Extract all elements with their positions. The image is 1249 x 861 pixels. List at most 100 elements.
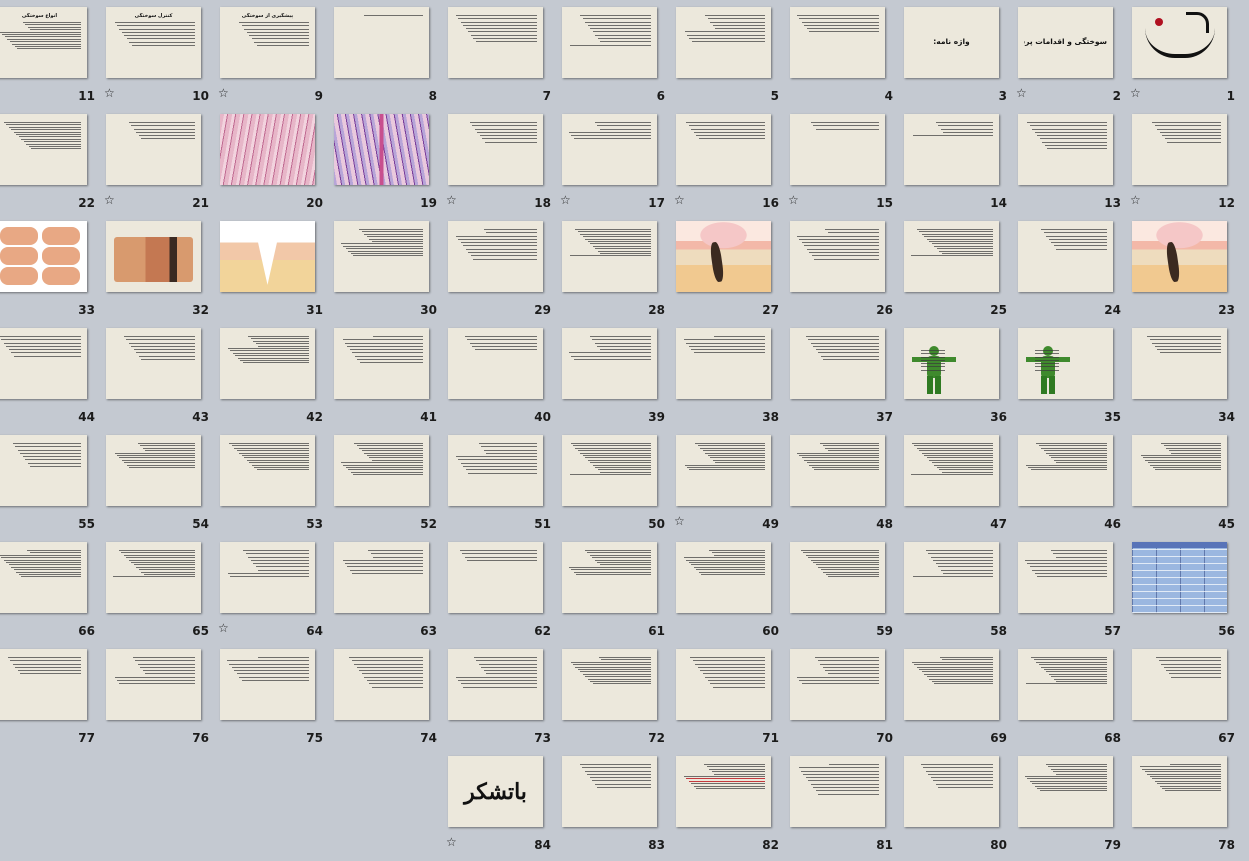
slide-cell[interactable]: 14 bbox=[902, 112, 1016, 219]
slide-thumbnail[interactable] bbox=[106, 114, 201, 185]
slide-cell[interactable]: 17 ☆ bbox=[560, 112, 674, 219]
slide-cell[interactable]: 8 bbox=[332, 5, 446, 112]
slide-cell[interactable]: 31 bbox=[218, 219, 332, 326]
slide-thumbnail[interactable] bbox=[562, 435, 657, 506]
slide-cell[interactable]: 68 bbox=[1016, 647, 1130, 754]
slide-thumbnail[interactable] bbox=[448, 221, 543, 292]
slide-cell[interactable]: 50 bbox=[560, 433, 674, 540]
slide-cell[interactable]: 71 bbox=[674, 647, 788, 754]
slide-cell[interactable]: 25 bbox=[902, 219, 1016, 326]
slide-cell[interactable]: 26 bbox=[788, 219, 902, 326]
slide-thumbnail[interactable] bbox=[448, 114, 543, 185]
slide-cell[interactable]: 21 ☆ bbox=[104, 112, 218, 219]
slide-cell[interactable]: 42 bbox=[218, 326, 332, 433]
slide-thumbnail[interactable] bbox=[220, 221, 315, 292]
slide-cell[interactable]: 56 bbox=[1130, 540, 1244, 647]
slide-thumbnail[interactable] bbox=[1018, 756, 1113, 827]
slide-thumbnail[interactable] bbox=[676, 649, 771, 720]
slide-cell[interactable]: 62 bbox=[446, 540, 560, 647]
slide-thumbnail[interactable] bbox=[448, 435, 543, 506]
slide-thumbnail[interactable] bbox=[904, 328, 999, 399]
slide-thumbnail[interactable] bbox=[220, 114, 315, 185]
slide-cell[interactable]: 18 ☆ bbox=[446, 112, 560, 219]
slide-thumbnail[interactable] bbox=[0, 435, 87, 506]
slide-cell[interactable]: 32 bbox=[104, 219, 218, 326]
slide-thumbnail[interactable] bbox=[106, 542, 201, 613]
slide-cell[interactable]: 39 bbox=[560, 326, 674, 433]
slide-thumbnail[interactable] bbox=[562, 756, 657, 827]
slide-thumbnail[interactable] bbox=[0, 221, 87, 292]
slide-thumbnail[interactable] bbox=[1132, 328, 1227, 399]
slide-thumbnail[interactable] bbox=[562, 328, 657, 399]
slide-thumbnail[interactable] bbox=[106, 328, 201, 399]
slide-cell[interactable]: 33 bbox=[0, 219, 104, 326]
slide-cell[interactable]: 83 bbox=[560, 754, 674, 861]
slide-thumbnail[interactable] bbox=[1132, 756, 1227, 827]
slide-cell[interactable]: 73 bbox=[446, 647, 560, 754]
slide-cell[interactable]: 60 bbox=[674, 540, 788, 647]
slide-cell[interactable]: 54 bbox=[104, 433, 218, 540]
slide-cell[interactable]: 23 bbox=[1130, 219, 1244, 326]
slide-cell[interactable]: 58 bbox=[902, 540, 1016, 647]
slide-thumbnail[interactable] bbox=[220, 542, 315, 613]
slide-thumbnail[interactable] bbox=[676, 7, 771, 78]
slide-thumbnail[interactable] bbox=[106, 649, 201, 720]
slide-thumbnail[interactable] bbox=[790, 114, 885, 185]
slide-cell[interactable]: 81 bbox=[788, 754, 902, 861]
slide-cell[interactable]: 29 bbox=[446, 219, 560, 326]
slide-cell[interactable]: 15 ☆ bbox=[788, 112, 902, 219]
slide-cell[interactable]: 1 ☆ bbox=[1130, 5, 1244, 112]
slide-cell[interactable]: 72 bbox=[560, 647, 674, 754]
slide-cell[interactable]: 80 bbox=[902, 754, 1016, 861]
slide-cell[interactable]: 43 bbox=[104, 326, 218, 433]
slide-cell[interactable]: 48 bbox=[788, 433, 902, 540]
slide-thumbnail[interactable] bbox=[334, 649, 429, 720]
slide-cell[interactable]: 55 bbox=[0, 433, 104, 540]
slide-cell[interactable]: 37 bbox=[788, 326, 902, 433]
slide-cell[interactable]: 19 bbox=[332, 112, 446, 219]
slide-cell[interactable]: 77 bbox=[0, 647, 104, 754]
slide-cell[interactable]: 46 bbox=[1016, 433, 1130, 540]
slide-cell[interactable]: 35 bbox=[1016, 326, 1130, 433]
slide-cell[interactable]: 5 bbox=[674, 5, 788, 112]
slide-cell[interactable]: 34 bbox=[1130, 326, 1244, 433]
slide-cell[interactable]: 20 bbox=[218, 112, 332, 219]
slide-cell[interactable]: انواع سوختگی 11 ☆ bbox=[0, 5, 104, 112]
slide-cell[interactable]: 52 bbox=[332, 433, 446, 540]
slide-thumbnail[interactable] bbox=[1132, 649, 1227, 720]
slide-thumbnail[interactable] bbox=[1018, 114, 1113, 185]
slide-cell[interactable]: 40 bbox=[446, 326, 560, 433]
slide-cell[interactable]: باتشکر 84 ☆ bbox=[446, 754, 560, 861]
slide-thumbnail[interactable] bbox=[790, 328, 885, 399]
slide-cell[interactable]: 82 bbox=[674, 754, 788, 861]
slide-cell[interactable]: 45 bbox=[1130, 433, 1244, 540]
slide-thumbnail[interactable] bbox=[676, 542, 771, 613]
slide-thumbnail[interactable] bbox=[904, 221, 999, 292]
slide-thumbnail[interactable] bbox=[1018, 221, 1113, 292]
slide-thumbnail[interactable] bbox=[676, 114, 771, 185]
slide-cell[interactable]: 65 bbox=[104, 540, 218, 647]
slide-thumbnail[interactable] bbox=[904, 542, 999, 613]
slide-cell[interactable]: 66 bbox=[0, 540, 104, 647]
slide-thumbnail[interactable] bbox=[1132, 435, 1227, 506]
slide-thumbnail[interactable] bbox=[562, 114, 657, 185]
slide-thumbnail[interactable] bbox=[676, 221, 771, 292]
slide-cell[interactable]: 57 bbox=[1016, 540, 1130, 647]
slide-cell[interactable]: 47 bbox=[902, 433, 1016, 540]
slide-cell[interactable]: 41 bbox=[332, 326, 446, 433]
slide-cell[interactable]: 13 bbox=[1016, 112, 1130, 219]
slide-thumbnail[interactable] bbox=[448, 649, 543, 720]
slide-cell[interactable]: 49 ☆ bbox=[674, 433, 788, 540]
slide-cell[interactable]: 38 bbox=[674, 326, 788, 433]
slide-cell[interactable]: کنترل سوختگی 10 ☆ bbox=[104, 5, 218, 112]
slide-thumbnail[interactable] bbox=[334, 114, 429, 185]
slide-thumbnail[interactable] bbox=[1132, 7, 1227, 78]
slide-cell[interactable]: 70 bbox=[788, 647, 902, 754]
slide-cell[interactable]: 74 bbox=[332, 647, 446, 754]
slide-thumbnail[interactable]: پیشگیری از سوختگی bbox=[220, 7, 315, 78]
slide-cell[interactable]: 27 bbox=[674, 219, 788, 326]
slide-thumbnail[interactable]: کنترل سوختگی bbox=[106, 7, 201, 78]
slide-thumbnail[interactable]: واژه نامه: bbox=[904, 7, 999, 78]
slide-thumbnail[interactable] bbox=[790, 649, 885, 720]
slide-thumbnail[interactable] bbox=[562, 542, 657, 613]
